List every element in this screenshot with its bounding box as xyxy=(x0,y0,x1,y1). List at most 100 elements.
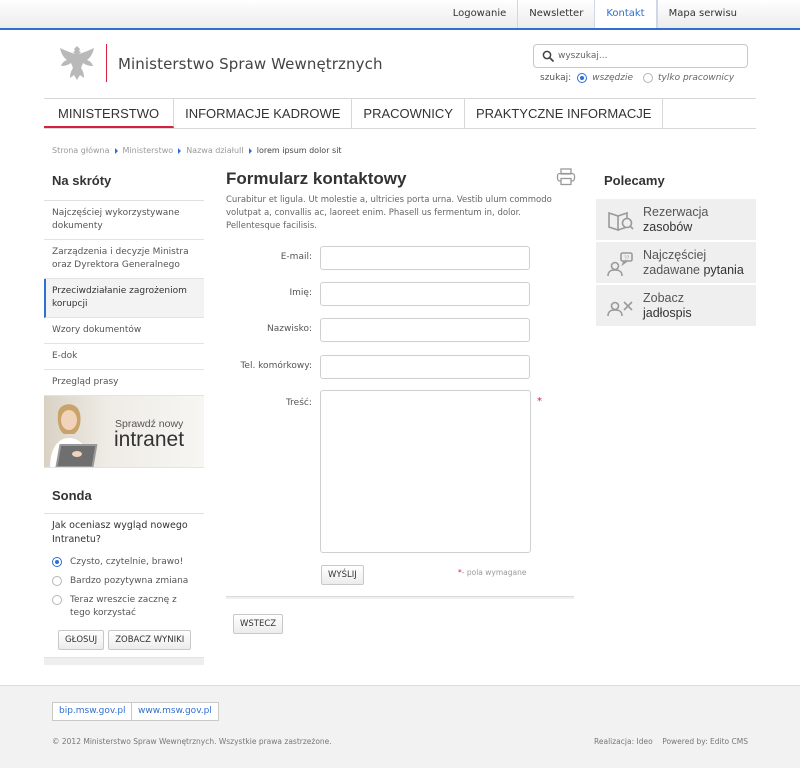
top-nav-logowanie[interactable]: Logowanie xyxy=(442,0,518,28)
required-note: *- pola wymagane xyxy=(458,568,526,577)
intranet-banner[interactable]: Sprawdź nowy intranet xyxy=(44,396,204,468)
back-button[interactable]: WSTECZ xyxy=(233,614,284,634)
recommended-item-faq[interactable]: ?? Najczęściej zadawane pytania xyxy=(596,242,756,285)
recommended-item-line-strong: zasobów xyxy=(643,220,693,234)
credits: Realizacja: Ideo Powered by: Edito CMS xyxy=(593,737,748,746)
poll-answer-radio[interactable] xyxy=(52,576,62,586)
shortcut-item[interactable]: Wzory dokumentów xyxy=(44,318,204,344)
recommended-item-line: Najczęściej xyxy=(643,248,707,262)
search-scope-employees-radio[interactable] xyxy=(643,73,654,83)
breadcrumb-arrow-icon xyxy=(178,147,182,154)
see-results-button[interactable]: ZOBACZ WYNIKI xyxy=(108,630,192,650)
recommended-item-reservation[interactable]: Rezerwacja zasobów xyxy=(596,199,756,242)
poll-answer[interactable]: Bardzo pozytywna zmiana xyxy=(44,572,204,591)
poll-answer-label[interactable]: Bardzo pozytywna zmiana xyxy=(70,575,188,588)
poll-title: Sonda xyxy=(52,488,92,503)
recommended-item-text: Rezerwacja zasobów xyxy=(643,205,708,235)
site-title[interactable]: Ministerstwo Spraw Wewnętrznych xyxy=(118,55,383,73)
lastname-label: Nazwisko: xyxy=(267,324,312,334)
firstname-label: Imię: xyxy=(289,288,313,298)
top-nav-newsletter[interactable]: Newsletter xyxy=(517,0,594,28)
search-scope-everywhere-label[interactable]: wszędzie xyxy=(592,73,633,83)
recommended-item-line-strong: jadłospis xyxy=(643,306,692,320)
poll-answer-radio[interactable] xyxy=(52,557,62,567)
breadcrumb: Strona główna Ministerstwo Nazwa działuI… xyxy=(52,146,342,155)
eagle-emblem-icon[interactable] xyxy=(58,42,96,84)
shortcut-item[interactable]: Przegląd prasy xyxy=(44,370,204,396)
main-nav: MINISTERSTWO INFORMACJE KADROWE PRACOWNI… xyxy=(44,98,756,129)
faq-person-icon: ?? xyxy=(607,252,633,277)
vote-button[interactable]: GŁOSUJ xyxy=(58,630,105,650)
top-nav: Logowanie Newsletter Kontakt Mapa serwis… xyxy=(442,0,748,28)
footer-link-www[interactable]: www.msw.gov.pl xyxy=(131,702,219,721)
phone-row: Tel. komórkowy: xyxy=(226,355,566,379)
phone-field[interactable] xyxy=(320,355,530,379)
breadcrumb-item[interactable]: Nazwa działuII xyxy=(186,146,244,155)
poll-question: Jak oceniasz wygląd nowego Intranetu? xyxy=(44,513,204,553)
main-nav-pracownicy[interactable]: PRACOWNICY xyxy=(352,99,465,128)
breadcrumb-arrow-icon xyxy=(114,147,118,154)
cutlery-person-icon xyxy=(607,301,633,317)
footer-link-bip[interactable]: bip.msw.gov.pl xyxy=(52,702,133,721)
main-nav-informacje-kadrowe[interactable]: INFORMACJE KADROWE xyxy=(174,99,353,128)
main-nav-ministerstwo[interactable]: MINISTERSTWO xyxy=(44,99,175,128)
woman-with-laptop-image xyxy=(50,404,98,467)
shortcuts-box: Na skróty Najczęściej wykorzystywane dok… xyxy=(44,164,204,403)
search-scope-everywhere-radio[interactable] xyxy=(577,73,588,83)
print-icon[interactable] xyxy=(556,168,576,186)
search-icon[interactable] xyxy=(542,50,554,62)
recommended-item-line: Rezerwacja xyxy=(643,205,709,219)
shortcut-item[interactable]: Najczęściej wykorzystywane dokumenty xyxy=(44,201,204,240)
top-nav-kontakt[interactable]: Kontakt xyxy=(594,0,657,28)
email-field[interactable] xyxy=(320,246,530,270)
search-scope: szukaj: wszędzie tylko pracownicy xyxy=(540,73,744,83)
poll-box: Sonda Jak oceniasz wygląd nowego Intrane… xyxy=(44,478,204,665)
search-input[interactable] xyxy=(558,48,743,64)
top-nav-mapa-serwisu[interactable]: Mapa serwisu xyxy=(656,0,748,28)
recommended-box: Polecamy Rezerwacja zasobów ?? Najczęście… xyxy=(596,164,756,328)
logo-divider xyxy=(106,44,107,82)
recommended-title: Polecamy xyxy=(604,173,665,188)
poll-buttons: GŁOSUJ ZOBACZ WYNIKI xyxy=(44,623,204,658)
svg-text:??: ?? xyxy=(624,256,630,262)
message-label: Treść: xyxy=(286,398,312,408)
phone-label: Tel. komórkowy: xyxy=(240,361,312,371)
firstname-row: Imię: xyxy=(226,282,566,306)
shortcut-item[interactable]: E-dok xyxy=(44,344,204,370)
shortcuts-list: Najczęściej wykorzystywane dokumenty Zar… xyxy=(44,201,204,396)
form-divider xyxy=(226,596,574,599)
poll-box-footer xyxy=(44,658,204,665)
breadcrumb-current: lorem ipsum dolor sit xyxy=(256,146,342,155)
required-marker: * xyxy=(537,396,542,407)
form-intro: Curabitur et ligula. Ut molestie a, ultr… xyxy=(226,195,552,231)
breadcrumb-arrow-icon xyxy=(248,147,252,154)
message-field[interactable] xyxy=(320,390,531,553)
firstname-field[interactable] xyxy=(320,282,530,306)
recommended-item-text: Zobacz jadłospis xyxy=(643,291,692,321)
poll-answer[interactable]: Teraz wreszcie zacznę z tego korzystać xyxy=(44,591,204,623)
main-nav-praktyczne-informacje[interactable]: PRAKTYCZNE INFORMACJE xyxy=(465,99,664,128)
poll-answer-label[interactable]: Teraz wreszcie zacznę z tego korzystać xyxy=(70,594,196,620)
search-scope-employees-label[interactable]: tylko pracownicy xyxy=(658,73,734,83)
breadcrumb-item[interactable]: Ministerstwo xyxy=(123,146,174,155)
search-scope-label: szukaj: xyxy=(540,73,572,83)
top-bar: Logowanie Newsletter Kontakt Mapa serwis… xyxy=(0,0,800,30)
email-label: E-mail: xyxy=(280,252,312,262)
search-box xyxy=(533,44,748,68)
lastname-field[interactable] xyxy=(320,318,530,342)
shortcut-item-active[interactable]: Przeciwdziałanie zagrożeniom korupcji xyxy=(44,279,204,318)
shortcut-item[interactable]: Zarządzenia i decyzje Ministra oraz Dyre… xyxy=(44,240,204,279)
send-button[interactable]: WYŚLIJ xyxy=(321,565,364,585)
poll-answer-label[interactable]: Czysto, czytelnie, brawo! xyxy=(70,556,183,569)
required-note-text: - pola wymagane xyxy=(461,568,527,577)
poll-answer[interactable]: Czysto, czytelnie, brawo! xyxy=(44,553,204,572)
copyright: © 2012 Ministerstwo Spraw Wewnętrznych. … xyxy=(52,737,332,746)
recommended-item-menu[interactable]: Zobacz jadłospis xyxy=(596,285,756,328)
page-title: Formularz kontaktowy xyxy=(226,169,407,188)
recommended-item-line: zadawane xyxy=(643,263,704,277)
banner-line-2: intranet xyxy=(114,428,185,451)
breadcrumb-item[interactable]: Strona główna xyxy=(52,146,110,155)
recommended-item-line-strong: pytania xyxy=(703,263,744,277)
shortcuts-title: Na skróty xyxy=(44,164,204,201)
poll-answer-radio[interactable] xyxy=(52,595,62,605)
